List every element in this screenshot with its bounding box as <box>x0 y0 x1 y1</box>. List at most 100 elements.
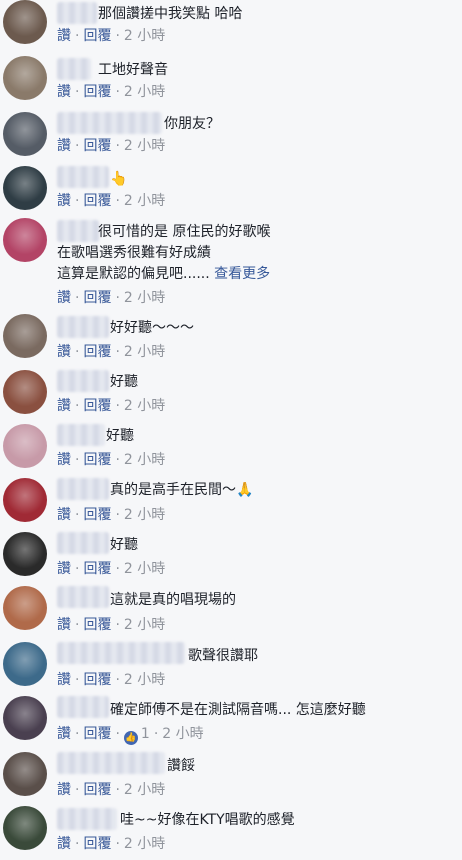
timestamp[interactable]: 2 小時 <box>124 836 165 852</box>
separator: · <box>75 28 80 44</box>
author-name[interactable] <box>57 58 91 80</box>
like-link[interactable]: 讚 <box>57 452 71 468</box>
reply-link[interactable]: 回覆 <box>83 561 111 577</box>
timestamp[interactable]: 2 小時 <box>124 138 165 154</box>
author-name[interactable] <box>57 808 117 830</box>
author-name[interactable] <box>57 478 109 500</box>
separator: · <box>115 836 120 852</box>
author-name[interactable] <box>57 370 109 392</box>
author-name[interactable] <box>57 316 109 338</box>
like-link[interactable]: 讚 <box>57 782 71 798</box>
timestamp[interactable]: 2 小時 <box>162 726 203 742</box>
separator: · <box>115 507 120 523</box>
like-link[interactable]: 讚 <box>57 617 71 633</box>
reply-link[interactable]: 回覆 <box>83 617 111 633</box>
comment-text: 確定師傅不是在測試隔音嗎... 怎這麼好聽 <box>110 702 366 718</box>
reply-link[interactable]: 回覆 <box>83 84 111 100</box>
like-link[interactable]: 讚 <box>57 672 71 688</box>
thumbs-up-icon[interactable]: 👍 <box>123 731 138 745</box>
separator: · <box>115 672 120 688</box>
avatar[interactable] <box>3 752 47 796</box>
avatar[interactable] <box>3 56 47 100</box>
avatar[interactable] <box>3 218 47 262</box>
like-link[interactable]: 讚 <box>57 836 71 852</box>
reply-link[interactable]: 回覆 <box>83 672 111 688</box>
separator: · <box>115 452 120 468</box>
timestamp[interactable]: 2 小時 <box>124 617 165 633</box>
avatar[interactable] <box>3 642 47 686</box>
author-name[interactable] <box>57 696 109 718</box>
avatar[interactable] <box>3 532 47 576</box>
author-name[interactable] <box>57 752 165 774</box>
comment-text: 好聽 <box>106 428 134 444</box>
reply-link[interactable]: 回覆 <box>83 398 111 414</box>
author-name[interactable] <box>57 424 105 446</box>
timestamp[interactable]: 2 小時 <box>124 28 165 44</box>
separator: · <box>75 836 80 852</box>
timestamp[interactable]: 2 小時 <box>124 561 165 577</box>
timestamp[interactable]: 2 小時 <box>124 672 165 688</box>
separator: · <box>75 726 80 742</box>
reply-link[interactable]: 回覆 <box>83 452 111 468</box>
reply-link[interactable]: 回覆 <box>83 290 111 306</box>
comment-actions: 讚 · 回覆 · 2 小時 <box>57 781 165 799</box>
avatar[interactable] <box>3 696 47 740</box>
separator: · <box>75 398 80 414</box>
avatar[interactable] <box>3 314 47 358</box>
avatar[interactable] <box>3 166 47 210</box>
like-link[interactable]: 讚 <box>57 507 71 523</box>
like-link[interactable]: 讚 <box>57 561 71 577</box>
avatar[interactable] <box>3 424 47 468</box>
reply-link[interactable]: 回覆 <box>83 782 111 798</box>
author-name[interactable] <box>57 166 109 188</box>
separator: · <box>115 290 120 306</box>
timestamp[interactable]: 2 小時 <box>124 290 165 306</box>
avatar[interactable] <box>3 370 47 414</box>
like-link[interactable]: 讚 <box>57 28 71 44</box>
separator: · <box>115 782 120 798</box>
see-more-link[interactable]: 查看更多 <box>214 266 270 282</box>
timestamp[interactable]: 2 小時 <box>124 507 165 523</box>
like-link[interactable]: 讚 <box>57 726 71 742</box>
reply-link[interactable]: 回覆 <box>83 507 111 523</box>
author-name[interactable] <box>57 642 185 664</box>
timestamp[interactable]: 2 小時 <box>124 398 165 414</box>
separator: · <box>75 782 80 798</box>
comment-actions: 讚 · 回覆 · 2 小時 <box>57 835 165 853</box>
like-link[interactable]: 讚 <box>57 193 71 209</box>
reply-link[interactable]: 回覆 <box>83 726 111 742</box>
reply-link[interactable]: 回覆 <box>83 193 111 209</box>
like-count[interactable]: 1 <box>138 726 150 742</box>
reply-link[interactable]: 回覆 <box>83 344 111 360</box>
reply-link[interactable]: 回覆 <box>83 28 111 44</box>
avatar[interactable] <box>3 478 47 522</box>
comment-text: 這就是真的唱現場的 <box>110 592 236 608</box>
timestamp[interactable]: 2 小時 <box>124 84 165 100</box>
reply-link[interactable]: 回覆 <box>83 138 111 154</box>
avatar[interactable] <box>3 586 47 630</box>
timestamp[interactable]: 2 小時 <box>124 452 165 468</box>
like-link[interactable]: 讚 <box>57 344 71 360</box>
author-name[interactable] <box>57 220 99 242</box>
timestamp[interactable]: 2 小時 <box>124 193 165 209</box>
timestamp[interactable]: 2 小時 <box>124 782 165 798</box>
comment-actions: 讚 · 回覆 · 2 小時 <box>57 137 165 155</box>
author-name[interactable] <box>57 2 97 24</box>
like-link[interactable]: 讚 <box>57 398 71 414</box>
avatar[interactable] <box>3 112 47 156</box>
avatar[interactable] <box>3 0 47 44</box>
comment-actions: 讚 · 回覆 · 2 小時 <box>57 289 165 307</box>
reply-link[interactable]: 回覆 <box>83 836 111 852</box>
like-link[interactable]: 讚 <box>57 290 71 306</box>
like-link[interactable]: 讚 <box>57 84 71 100</box>
author-name[interactable] <box>57 112 162 134</box>
like-link[interactable]: 讚 <box>57 138 71 154</box>
comment-actions: 讚 · 回覆 · 2 小時 <box>57 616 165 634</box>
author-name[interactable] <box>57 532 109 554</box>
author-name[interactable] <box>57 586 109 608</box>
separator: · <box>75 344 80 360</box>
comment-text: 好聽 <box>110 374 138 390</box>
separator: · <box>115 561 120 577</box>
timestamp[interactable]: 2 小時 <box>124 344 165 360</box>
avatar[interactable] <box>3 806 47 850</box>
